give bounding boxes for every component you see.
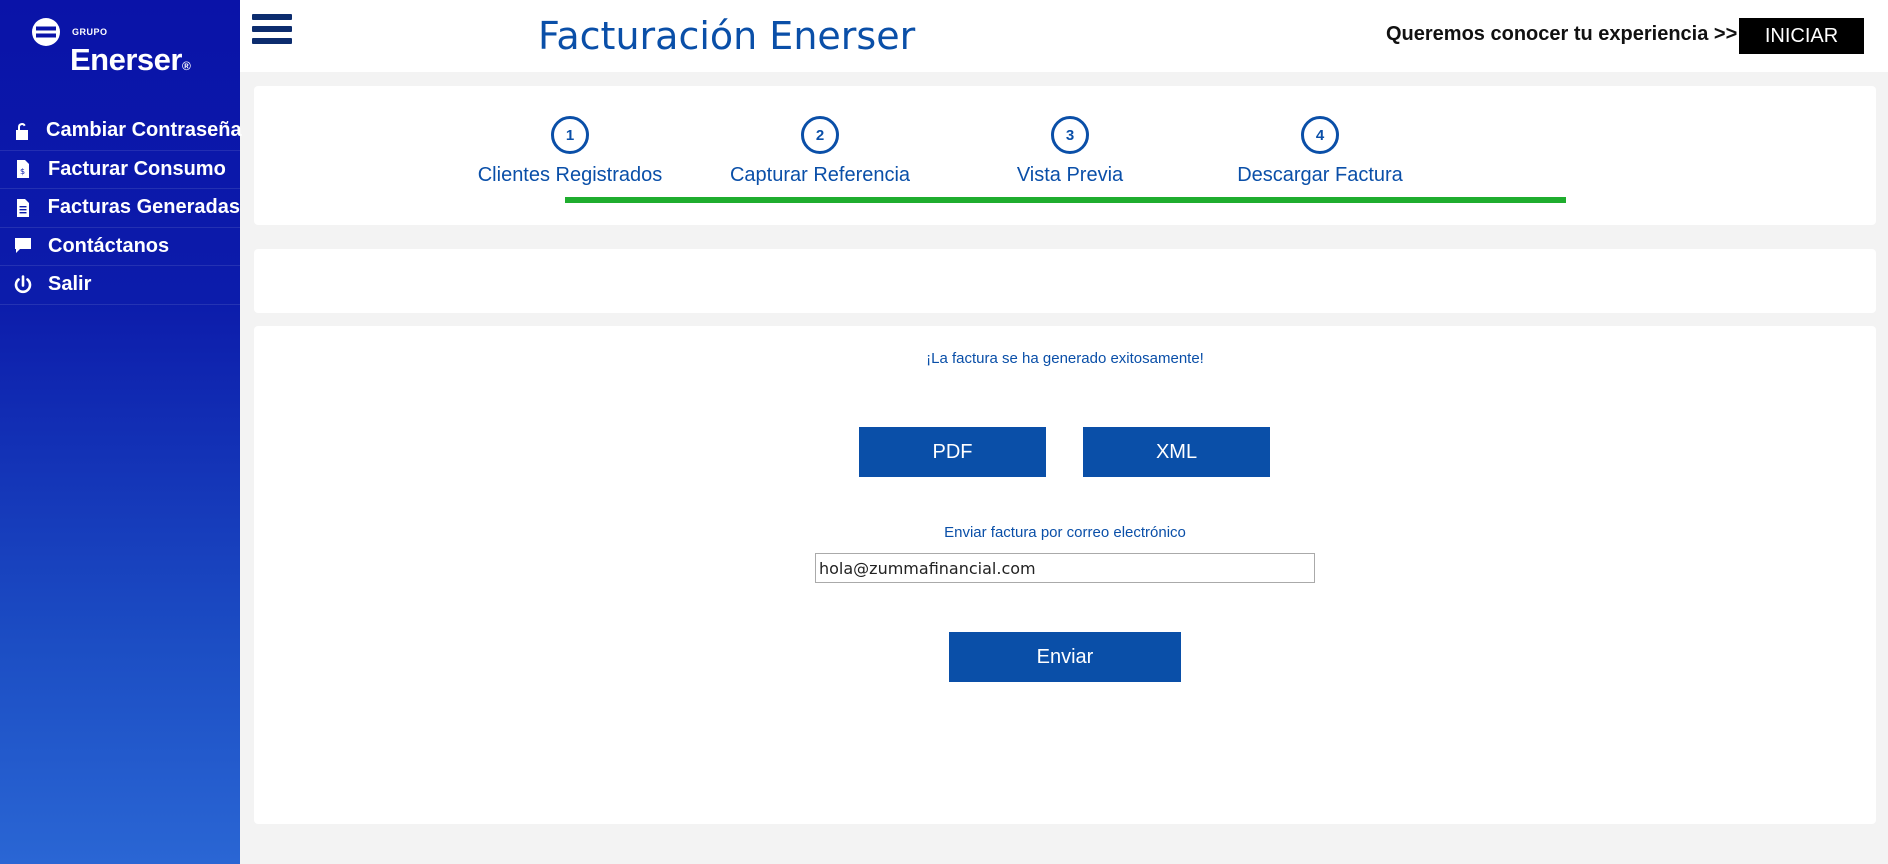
power-icon — [12, 274, 34, 296]
sidebar-item-label: Contáctanos — [48, 234, 170, 257]
step-download-invoice[interactable]: 4 Descargar Factura — [1200, 116, 1440, 187]
step-number: 4 — [1301, 116, 1339, 154]
progress-steps: 1 Clientes Registrados 2 Capturar Refere… — [254, 86, 1876, 225]
step-number: 2 — [801, 116, 839, 154]
sidebar-item-generated-invoices[interactable]: Facturas Generadas — [0, 189, 240, 228]
hamburger-menu-icon[interactable] — [252, 14, 292, 50]
step-number: 3 — [1051, 116, 1089, 154]
download-pdf-button[interactable]: PDF — [859, 427, 1046, 477]
email-field[interactable] — [815, 553, 1315, 583]
email-label: Enviar factura por correo electrónico — [944, 524, 1186, 541]
brand-name-text: Enerser — [70, 42, 182, 77]
sidebar-item-label: Facturar Consumo — [48, 157, 226, 180]
unlock-icon — [12, 120, 32, 142]
step-preview[interactable]: 3 Vista Previa — [950, 116, 1190, 187]
sidebar-item-change-password[interactable]: Cambiar Contraseña — [0, 112, 242, 151]
step-number: 1 — [551, 116, 589, 154]
step-label: Descargar Factura — [1237, 164, 1403, 186]
download-xml-button[interactable]: XML — [1083, 427, 1270, 477]
sidebar-item-label: Cambiar Contraseña — [46, 119, 242, 142]
progress-bar — [565, 197, 1566, 203]
step-label: Vista Previa — [1016, 164, 1124, 186]
sidebar-item-contact[interactable]: Contáctanos — [0, 228, 240, 266]
invoice-dollar-icon: $ — [12, 158, 34, 180]
sidebar-item-bill-consumption[interactable]: $ Facturar Consumo — [0, 151, 240, 189]
survey-prompt: Queremos conocer tu experiencia >> — [1386, 23, 1738, 45]
brand-group-label: GRUPO — [72, 27, 108, 37]
document-icon — [12, 197, 34, 219]
success-message: ¡La factura se ha generado exitosamente! — [926, 350, 1204, 367]
page-title: Facturación Enerser — [538, 14, 916, 58]
brand-registered-mark: ® — [181, 59, 191, 73]
step-label: Clientes Registrados — [477, 164, 663, 186]
chat-icon — [12, 235, 34, 257]
top-bar: Facturación Enerser Queremos conocer tu … — [240, 0, 1888, 72]
download-panel: ¡La factura se ha generado exitosamente!… — [254, 326, 1876, 824]
sidebar-item-label: Salir — [48, 273, 92, 296]
enerser-logo-icon — [32, 18, 60, 46]
send-email-button[interactable]: Enviar — [949, 632, 1181, 682]
sidebar: GRUPO Enerser® Cambiar Contraseña $ Fact… — [0, 0, 242, 864]
step-clients-registered[interactable]: 1 Clientes Registrados — [450, 116, 690, 187]
brand-logo[interactable]: GRUPO Enerser® — [30, 16, 210, 78]
start-survey-button[interactable]: INICIAR — [1739, 18, 1864, 54]
step-label: Capturar Referencia — [729, 164, 911, 186]
svg-text:$: $ — [20, 167, 25, 176]
sidebar-item-label: Facturas Generadas — [47, 196, 240, 219]
sidebar-nav: Cambiar Contraseña $ Facturar Consumo Fa… — [0, 112, 242, 305]
step-capture-reference[interactable]: 2 Capturar Referencia — [700, 116, 940, 187]
empty-panel — [254, 249, 1876, 313]
brand-name: Enerser® — [70, 42, 191, 78]
sidebar-item-logout[interactable]: Salir — [0, 266, 240, 305]
